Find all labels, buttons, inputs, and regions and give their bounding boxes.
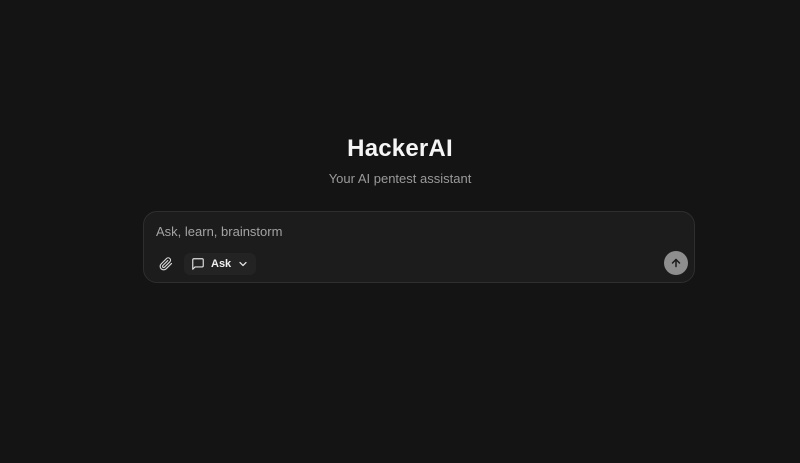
app-subtitle: Your AI pentest assistant: [328, 171, 472, 186]
app-title: HackerAI: [347, 135, 453, 162]
paperclip-icon: [159, 257, 173, 271]
chat-composer: Ask: [143, 211, 695, 283]
chevron-down-icon: [237, 258, 249, 270]
mode-select-label: Ask: [211, 258, 232, 270]
attach-file-button[interactable]: [156, 254, 176, 274]
mode-select[interactable]: Ask: [184, 253, 257, 275]
hero-section: HackerAI Your AI pentest assistant: [0, 134, 800, 188]
message-square-icon: [191, 257, 205, 271]
app-page: HackerAI Your AI pentest assistant Ask: [0, 0, 800, 463]
arrow-up-icon: [670, 257, 682, 269]
send-button[interactable]: [664, 251, 688, 275]
prompt-input[interactable]: [156, 221, 676, 241]
